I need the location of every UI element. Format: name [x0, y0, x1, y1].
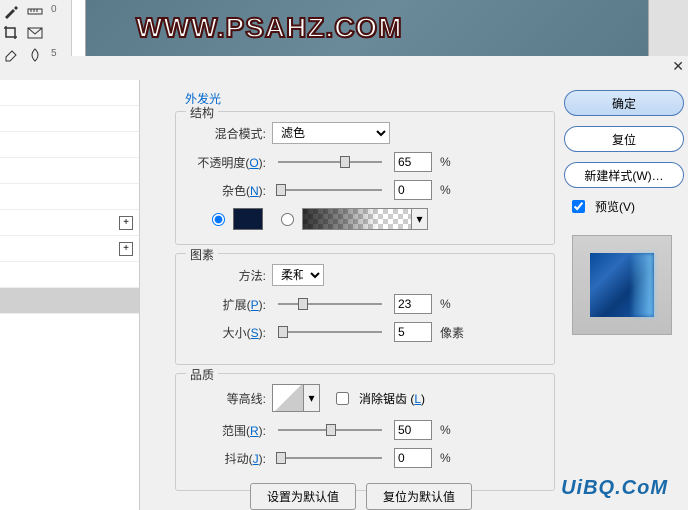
spread-unit: %	[440, 297, 451, 311]
eraser-icon[interactable]	[2, 46, 20, 64]
styles-list: + +	[0, 80, 140, 510]
elements-legend: 图素	[186, 246, 218, 263]
blend-mode-label: 混合模式:	[184, 125, 266, 142]
blur-icon[interactable]	[26, 46, 44, 64]
style-item[interactable]	[0, 80, 139, 106]
preview-image	[590, 253, 654, 317]
layer-style-dialog: + + 外发光 结构 混合模式: 滤色 不透明度(O): % 杂色(N):	[0, 80, 688, 510]
color-radio[interactable]	[212, 213, 225, 226]
preview-checkbox[interactable]	[572, 200, 585, 213]
jitter-label: 抖动(J):	[184, 450, 266, 467]
tool-value-0: 0	[50, 4, 66, 18]
style-item[interactable]	[0, 106, 139, 132]
preview-label: 预览(V)	[595, 198, 635, 215]
center-panel: 外发光 结构 混合模式: 滤色 不透明度(O): % 杂色(N): %	[175, 90, 555, 499]
style-item[interactable]	[0, 262, 139, 288]
crop-icon[interactable]	[2, 24, 20, 42]
top-bar: 0 5 WWW.PSAHZ.COM	[0, 0, 688, 56]
jitter-slider[interactable]	[278, 457, 382, 459]
noise-input[interactable]	[394, 180, 432, 200]
style-item[interactable]: +	[0, 210, 139, 236]
new-style-button[interactable]: 新建样式(W)…	[564, 162, 684, 188]
eyedropper-icon[interactable]	[2, 2, 20, 20]
style-item[interactable]	[0, 158, 139, 184]
spread-input[interactable]	[394, 294, 432, 314]
range-slider[interactable]	[278, 429, 382, 431]
style-item[interactable]	[0, 184, 139, 210]
range-unit: %	[440, 423, 451, 437]
noise-slider[interactable]	[278, 189, 382, 191]
range-label: 范围(R):	[184, 422, 266, 439]
method-label: 方法:	[184, 267, 266, 284]
panel-title: 外发光	[175, 90, 555, 107]
elements-group: 图素 方法: 柔和 扩展(P): % 大小(S): 像素	[175, 253, 555, 365]
color-swatch[interactable]	[233, 208, 263, 230]
reset-button[interactable]: 复位	[564, 126, 684, 152]
style-item-selected[interactable]	[0, 288, 139, 314]
blend-mode-select[interactable]: 滤色	[272, 122, 390, 144]
jitter-unit: %	[440, 451, 451, 465]
ruler-icon[interactable]	[26, 2, 44, 20]
jitter-input[interactable]	[394, 448, 432, 468]
structure-group: 结构 混合模式: 滤色 不透明度(O): % 杂色(N): %	[175, 111, 555, 245]
size-slider[interactable]	[278, 331, 382, 333]
structure-legend: 结构	[186, 104, 218, 121]
quality-legend: 品质	[186, 366, 218, 383]
add-icon[interactable]: +	[119, 242, 133, 256]
ok-button[interactable]: 确定	[564, 90, 684, 116]
noise-unit: %	[440, 183, 451, 197]
right-panel: 确定 复位 新建样式(W)… 预览(V)	[564, 90, 688, 335]
size-unit: 像素	[440, 324, 464, 341]
watermark: UiBQ.CoM	[561, 477, 668, 500]
opacity-unit: %	[440, 155, 451, 169]
left-toolbar: 0 5	[0, 0, 72, 56]
opacity-input[interactable]	[394, 152, 432, 172]
banner-text: WWW.PSAHZ.COM	[136, 12, 403, 44]
close-icon[interactable]: ✕	[672, 58, 684, 75]
size-label: 大小(S):	[184, 324, 266, 341]
contour-label: 等高线:	[184, 390, 266, 407]
antialias-checkbox[interactable]	[336, 392, 349, 405]
reset-default-button[interactable]: 复位为默认值	[366, 483, 472, 510]
preview-box	[572, 235, 672, 335]
noise-label: 杂色(N):	[184, 182, 266, 199]
gradient-picker[interactable]	[302, 208, 412, 230]
canvas-banner: WWW.PSAHZ.COM	[86, 0, 648, 56]
make-default-button[interactable]: 设置为默认值	[250, 483, 356, 510]
envelope-icon[interactable]	[26, 24, 44, 42]
opacity-slider[interactable]	[278, 161, 382, 163]
contour-dropdown[interactable]: ▾	[304, 384, 320, 412]
spread-slider[interactable]	[278, 303, 382, 305]
style-item[interactable]: +	[0, 236, 139, 262]
method-select[interactable]: 柔和	[272, 264, 324, 286]
range-input[interactable]	[394, 420, 432, 440]
opacity-label: 不透明度(O):	[184, 154, 266, 171]
add-icon[interactable]: +	[119, 216, 133, 230]
quality-group: 品质 等高线: ▾ 消除锯齿 (L) 范围(R): % 抖动(J):	[175, 373, 555, 491]
size-input[interactable]	[394, 322, 432, 342]
spread-label: 扩展(P):	[184, 296, 266, 313]
gradient-radio[interactable]	[281, 213, 294, 226]
tool-value-1: 5	[50, 48, 66, 62]
right-scroll-strip	[648, 0, 688, 56]
vertical-ruler	[72, 0, 86, 56]
style-item[interactable]	[0, 132, 139, 158]
antialias-label: 消除锯齿 (L)	[359, 390, 425, 407]
contour-picker[interactable]	[272, 384, 304, 412]
gradient-dropdown[interactable]: ▾	[412, 208, 428, 230]
